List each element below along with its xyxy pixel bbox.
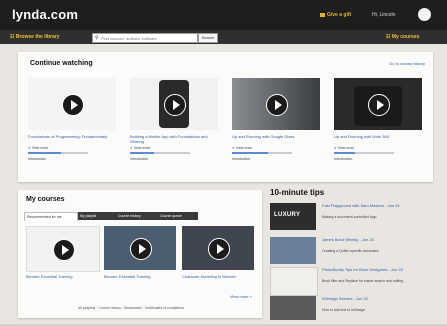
course-thumbnail[interactable] [182, 226, 254, 270]
tip-item[interactable]: LUXURY Fast Playground with Sam Masters … [270, 203, 440, 233]
course-history-link[interactable]: Go to course history [389, 61, 425, 66]
my-courses-button[interactable]: ☷ My courses [386, 34, 419, 40]
course-chapter: Introduction [232, 157, 251, 161]
nav-bar: ☷ Browse the library ⚲ Search ☷ My cours… [0, 30, 447, 44]
tip-thumbnail[interactable]: LUXURY [270, 203, 316, 230]
avatar[interactable] [418, 8, 431, 21]
course-title[interactable]: Up and Running with Moto 360 [334, 134, 422, 139]
course-meta[interactable]: ✔ View more [130, 146, 218, 150]
play-icon[interactable] [368, 94, 390, 116]
continue-watching-panel: Continue watching Go to course history F… [18, 52, 433, 182]
course-title[interactable]: Character Modeling in Blender [182, 274, 254, 279]
course-card[interactable]: Blender Essential Training [26, 226, 100, 279]
course-meta[interactable]: ✔ View more [334, 146, 422, 150]
course-thumbnail[interactable] [232, 78, 320, 130]
search-button[interactable]: Search [198, 33, 218, 43]
my-courses-panel: My courses Recommended for me My playlis… [18, 190, 262, 318]
course-title[interactable]: Blender Essential Training [104, 274, 176, 279]
course-title[interactable]: Building a Mobile App with Foundations a… [130, 134, 218, 144]
user-greeting[interactable]: Hi, Lincoln [372, 12, 395, 18]
search-icon: ⚲ [95, 35, 99, 41]
play-icon[interactable] [62, 94, 84, 116]
browse-library-button[interactable]: ☷ Browse the library [10, 34, 60, 40]
course-thumbnail[interactable] [104, 226, 176, 270]
continue-watching-title: Continue watching [30, 60, 93, 67]
lynda-logo[interactable]: lynda.com [12, 7, 78, 22]
course-card[interactable]: Blender Essential Training [104, 226, 176, 279]
tip-thumbnail-text: LUXURY [274, 212, 301, 218]
view-more-link[interactable]: View more » [230, 294, 252, 299]
tab-course-queue[interactable]: Course queue [158, 212, 198, 220]
tip-item[interactable]: InDesign Secrets - Jun 22 How to add tex… [270, 296, 440, 326]
play-icon[interactable] [130, 238, 152, 260]
tip-thumbnail[interactable] [270, 296, 316, 320]
tip-title[interactable]: James Bond Weekly - Jun 23 [322, 237, 440, 242]
tip-thumbnail[interactable] [270, 237, 316, 264]
progress-bar [334, 152, 394, 154]
course-card[interactable]: Character Modeling in Blender [182, 226, 254, 279]
tip-item[interactable]: James Bond Weekly - Jun 23 Creating a Qu… [270, 237, 440, 267]
tip-title[interactable]: PhotoBuddy Tips for Book Designers - Jun… [322, 267, 440, 272]
play-icon[interactable] [53, 239, 75, 261]
gift-icon [320, 12, 325, 17]
tab-my-playlist[interactable]: My playlist [78, 212, 116, 220]
tip-description: How to add text to InDesign [322, 308, 365, 312]
tip-description: Creating a Quiller-specific document [322, 249, 379, 253]
course-meta[interactable]: ✔ View more [232, 146, 320, 150]
tip-title[interactable]: InDesign Secrets - Jun 22 [322, 296, 440, 301]
tip-thumbnail[interactable] [270, 267, 318, 296]
top-bar: lynda.com Give a gift Hi, Lincoln [0, 0, 447, 30]
continue-card[interactable]: Building a Mobile App with Foundations a… [130, 78, 218, 161]
give-gift-link[interactable]: Give a gift [320, 12, 351, 18]
course-thumbnail[interactable] [130, 78, 218, 130]
course-chapter: Introduction [130, 157, 149, 161]
course-title[interactable]: Up and Running with Google Glass [232, 134, 320, 139]
lynda-dashboard: lynda.com Give a gift Hi, Lincoln ☷ Brow… [0, 0, 447, 324]
play-icon[interactable] [266, 94, 288, 116]
progress-fill [334, 152, 355, 154]
play-icon[interactable] [208, 238, 230, 260]
my-courses-label: My courses [391, 34, 420, 40]
browse-library-label: Browse the library [15, 34, 60, 40]
tip-title[interactable]: Fast Playground with Sam Masters - Jun 2… [322, 203, 440, 208]
tip-item[interactable]: PhotoBuddy Tips for Book Designers - Jun… [270, 267, 440, 297]
course-title[interactable]: Blender Essential Training [26, 274, 98, 279]
course-title[interactable]: Foundations of Programming: Fundamentals [28, 134, 116, 139]
course-thumbnail[interactable] [26, 226, 100, 272]
my-courses-title: My courses [26, 196, 65, 203]
tip-description: Book filler and Replace for easier searc… [322, 279, 404, 283]
play-icon[interactable] [164, 94, 186, 116]
continue-card[interactable]: Foundations of Programming: Fundamentals… [28, 78, 116, 161]
tips-title: 10-minute tips [270, 188, 325, 197]
progress-fill [130, 152, 154, 154]
course-thumbnail[interactable] [334, 78, 422, 130]
tip-description: Making a document-controlled logo [322, 215, 377, 219]
continue-card[interactable]: Up and Running with Google Glass ✔ View … [232, 78, 320, 161]
continue-card[interactable]: Up and Running with Moto 360 ✔ View more… [334, 78, 422, 161]
progress-fill [28, 152, 61, 154]
course-thumbnail[interactable] [28, 78, 116, 130]
give-gift-label: Give a gift [327, 12, 352, 18]
tab-course-history[interactable]: Course history [116, 212, 158, 220]
progress-bar [130, 152, 190, 154]
progress-bar [28, 152, 88, 154]
progress-fill [232, 152, 268, 154]
progress-bar [232, 152, 292, 154]
search-box: ⚲ [92, 33, 198, 43]
tab-recommended[interactable]: Recommended for me [24, 212, 78, 221]
course-meta[interactable]: ✔ View more [28, 146, 116, 150]
search-input[interactable] [101, 34, 193, 42]
course-chapter: Introduction [334, 157, 353, 161]
my-courses-footer-links[interactable]: All playlists · Course history · Bookmar… [78, 306, 184, 310]
course-chapter: Introduction [28, 157, 47, 161]
